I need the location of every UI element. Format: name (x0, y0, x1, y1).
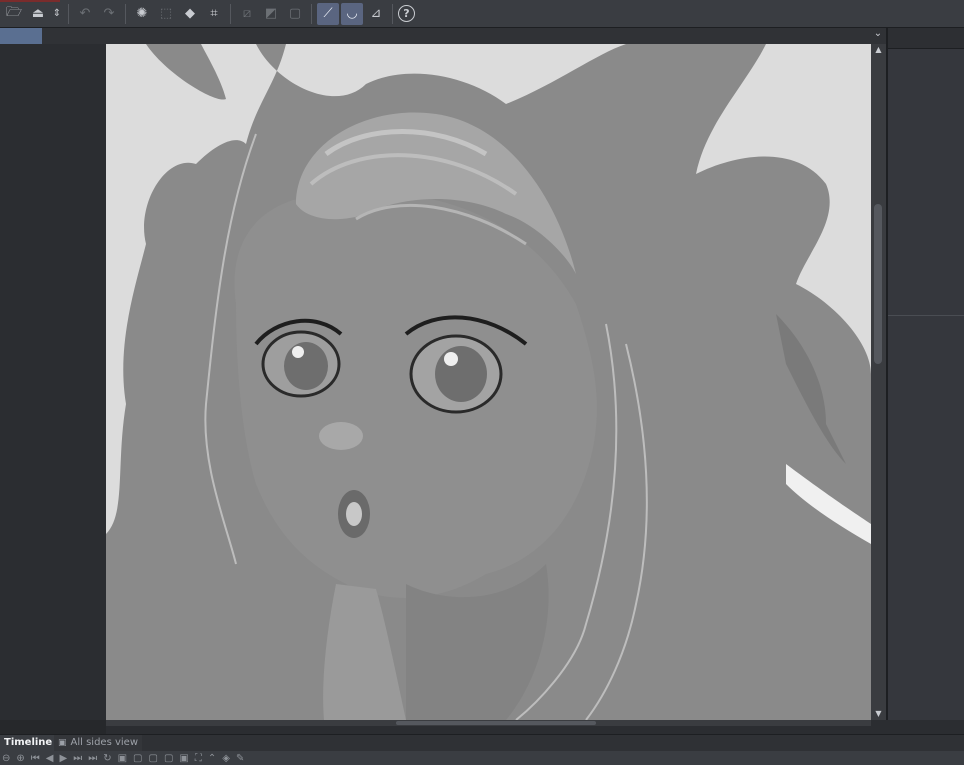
first-frame-icon[interactable]: ⏮ (31, 753, 40, 764)
help-icon[interactable]: ? (398, 5, 415, 22)
save-icon[interactable]: ⏏ (27, 3, 49, 25)
frame-icon[interactable]: ▢ (284, 3, 306, 25)
loading-spinner-icon[interactable]: ✺ (131, 3, 153, 25)
scroll-thumb-horizontal[interactable] (396, 721, 596, 725)
selection-layer-icon[interactable]: ⬚ (155, 3, 177, 25)
toolbar-divider (125, 3, 126, 24)
open-file-icon[interactable]: 🗁 (3, 3, 25, 25)
camera-icon: ▣ (58, 738, 67, 748)
assign-cel-icon[interactable]: ▢ (148, 753, 157, 764)
save-dropdown-icon[interactable]: ⇕ (51, 3, 63, 25)
main-toolbar: 🗁 ⏏ ⇕ ↶ ↷ ✺ ⬚ ◆ ⌗ ⧄ ◩ ▢ ⟋ ◡ ⊿ ? (0, 0, 964, 28)
left-panel (0, 44, 106, 720)
cel-list-icon[interactable]: ▢ (164, 753, 173, 764)
dock-divider (888, 315, 964, 316)
keyframe-icon[interactable]: ◈ (222, 753, 230, 764)
previous-frame-icon[interactable]: ◀ (46, 753, 54, 764)
vertical-scrollbar[interactable]: ▲ ▼ (871, 44, 886, 720)
new-animation-folder-icon[interactable]: ▣ (118, 753, 127, 764)
vector-pen-icon[interactable]: ⊿ (365, 3, 387, 25)
canvas-tab-bar (0, 28, 886, 44)
scroll-down-icon[interactable]: ▼ (871, 708, 886, 720)
tab-all-sides-view[interactable]: ▣ All sides view (54, 735, 142, 751)
undo-icon[interactable]: ↶ (74, 3, 96, 25)
toolbar-divider (392, 3, 393, 24)
toolbar-divider (68, 3, 69, 24)
crop-icon[interactable]: ⌗ (203, 3, 225, 25)
new-cel-icon[interactable]: ▢ (133, 753, 142, 764)
zoom-status (0, 720, 106, 734)
curve-pen-icon[interactable]: ◡ (341, 2, 363, 25)
toolbar-divider (311, 3, 312, 24)
drawing-canvas[interactable] (106, 44, 871, 720)
zoom-in-icon[interactable]: ⊕ (16, 753, 24, 764)
scroll-thumb[interactable] (874, 204, 882, 364)
loop-icon[interactable]: ↻ (103, 753, 111, 764)
tab-label: All sides view (70, 737, 138, 748)
horizontal-scrollbar[interactable] (106, 720, 871, 726)
invert-selection-icon[interactable]: ◩ (260, 3, 282, 25)
ruler-pen-icon[interactable]: ⟋ (317, 2, 339, 25)
last-frame-icon[interactable]: ⏭ (88, 753, 97, 764)
timeline-toolbar: ⊖ ⊕ ⏮ ◀ ▶ ⏭ ⏭ ↻ ▣ ▢ ▢ ▢ ▣ ⛶ ⌃ ◈ ✎ (0, 751, 964, 765)
play-icon[interactable]: ▶ (59, 753, 67, 764)
scroll-up-icon[interactable]: ▲ (871, 44, 886, 56)
redo-icon[interactable]: ↷ (98, 3, 120, 25)
toolbar-divider (230, 3, 231, 24)
tab-timeline[interactable]: Timeline (0, 735, 57, 751)
clear-selection-icon[interactable]: ⧄ (236, 3, 258, 25)
chevron-down-icon[interactable]: ⌄ (872, 28, 884, 40)
light-table-icon[interactable]: ⛶ (195, 753, 202, 764)
dock-header (888, 28, 964, 49)
artwork (106, 44, 871, 720)
zoom-out-icon[interactable]: ⊖ (2, 753, 10, 764)
next-frame-icon[interactable]: ⏭ (73, 753, 82, 764)
right-dock-panel (886, 28, 964, 720)
edit-icon[interactable]: ✎ (236, 753, 244, 764)
fill-bucket-icon[interactable]: ◆ (179, 3, 201, 25)
onion-skin-icon[interactable]: ▣ (179, 753, 188, 764)
bottom-tab-bar: Timeline ▣ All sides view (0, 734, 964, 751)
chevron-up-icon[interactable]: ⌃ (208, 753, 216, 764)
canvas-tab[interactable] (0, 28, 42, 44)
